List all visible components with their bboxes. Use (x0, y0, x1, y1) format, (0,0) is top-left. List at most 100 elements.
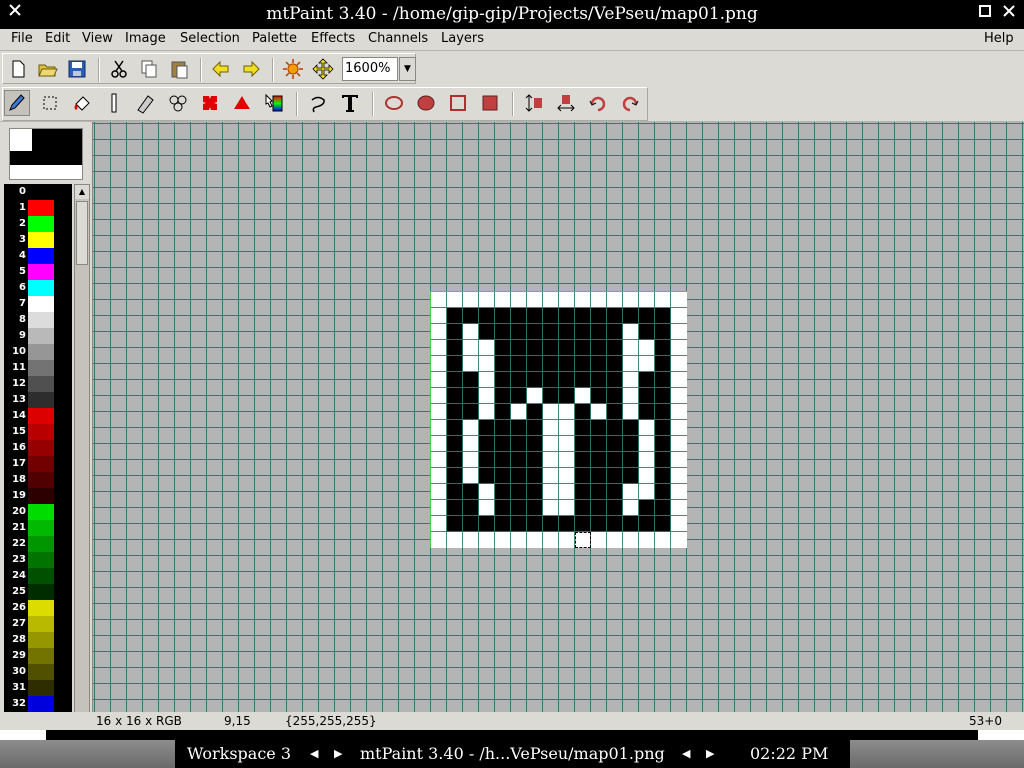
pencil-icon[interactable] (4, 90, 30, 116)
palette-entry[interactable]: 7 (4, 296, 72, 312)
pixel[interactable] (639, 516, 655, 532)
pixel[interactable] (671, 324, 687, 340)
palette-entry[interactable]: 11 (4, 360, 72, 376)
palette-swatch[interactable] (28, 616, 54, 632)
pixel[interactable] (495, 532, 511, 548)
pixel[interactable] (527, 404, 543, 420)
palette-entry[interactable]: 29 (4, 648, 72, 664)
pixel[interactable] (527, 356, 543, 372)
pixel[interactable] (479, 324, 495, 340)
task-button[interactable]: mtPaint 3.40 - /h...VePseu/map01.png (360, 744, 665, 763)
pixel[interactable] (639, 308, 655, 324)
pixel[interactable] (559, 372, 575, 388)
pixel[interactable] (575, 468, 591, 484)
pixel[interactable] (447, 484, 463, 500)
pixel[interactable] (463, 404, 479, 420)
pixel[interactable] (559, 468, 575, 484)
polygon-icon[interactable] (229, 90, 255, 116)
palette-entry[interactable]: 15 (4, 424, 72, 440)
pixel[interactable] (575, 516, 591, 532)
pixel[interactable] (447, 388, 463, 404)
pixel[interactable] (511, 404, 527, 420)
palette-entry[interactable]: 13 (4, 392, 72, 408)
pixel[interactable] (527, 532, 543, 548)
pixel[interactable] (431, 452, 447, 468)
palette-swatch[interactable] (28, 344, 54, 360)
menu-file[interactable]: File (11, 31, 33, 46)
pixel[interactable] (543, 308, 559, 324)
pixel[interactable] (575, 372, 591, 388)
pixel[interactable] (671, 404, 687, 420)
menu-channels[interactable]: Channels (368, 31, 428, 46)
pixel[interactable] (575, 356, 591, 372)
palette-swatch[interactable] (28, 536, 54, 552)
pixel[interactable] (591, 292, 607, 308)
palette-entry[interactable]: 26 (4, 600, 72, 616)
ellipse-fill-icon[interactable] (413, 90, 439, 116)
pixel[interactable] (527, 324, 543, 340)
pixel[interactable] (463, 516, 479, 532)
pixel[interactable] (655, 388, 671, 404)
pixel[interactable] (655, 292, 671, 308)
pixel[interactable] (655, 516, 671, 532)
pixel[interactable] (655, 484, 671, 500)
pixel[interactable] (543, 468, 559, 484)
pixel[interactable] (463, 308, 479, 324)
pixel[interactable] (511, 324, 527, 340)
pixel[interactable] (655, 468, 671, 484)
pixel[interactable] (463, 468, 479, 484)
pixel[interactable] (559, 452, 575, 468)
pixel[interactable] (431, 372, 447, 388)
pixel[interactable] (527, 420, 543, 436)
palette-swatch[interactable] (28, 648, 54, 664)
pixel[interactable] (495, 308, 511, 324)
pan-icon[interactable] (310, 56, 336, 82)
pixel[interactable] (511, 292, 527, 308)
pixel[interactable] (511, 340, 527, 356)
gradient-icon[interactable] (261, 90, 287, 116)
pixel[interactable] (623, 308, 639, 324)
palette-entry[interactable]: 2 (4, 216, 72, 232)
pixel[interactable] (671, 372, 687, 388)
open-icon[interactable] (34, 56, 60, 82)
pixel[interactable] (591, 484, 607, 500)
palette-entry[interactable]: 5 (4, 264, 72, 280)
chevron-left-icon[interactable]: ◀ (310, 747, 318, 760)
pixel[interactable] (447, 516, 463, 532)
palette-swatch[interactable] (28, 328, 54, 344)
pixel[interactable] (479, 468, 495, 484)
pixel[interactable] (639, 292, 655, 308)
workspace-label[interactable]: Workspace 3 (187, 744, 291, 763)
palette-entry[interactable]: 1 (4, 200, 72, 216)
palette-entry[interactable]: 0 (4, 184, 72, 200)
pixel[interactable] (447, 468, 463, 484)
flip-h-icon[interactable] (553, 90, 579, 116)
pixel[interactable] (463, 388, 479, 404)
pixel[interactable] (463, 324, 479, 340)
ellipse-outline-icon[interactable] (381, 90, 407, 116)
pixel[interactable] (575, 420, 591, 436)
pixel[interactable] (575, 292, 591, 308)
pixel[interactable] (527, 516, 543, 532)
text-icon[interactable] (337, 90, 363, 116)
menu-edit[interactable]: Edit (45, 31, 70, 46)
pixel[interactable] (655, 500, 671, 516)
pixel[interactable] (527, 500, 543, 516)
palette-swatch[interactable] (28, 552, 54, 568)
pixel[interactable] (511, 436, 527, 452)
palette-entry[interactable]: 23 (4, 552, 72, 568)
canvas-area[interactable] (92, 122, 1024, 712)
palette-swatch[interactable] (28, 600, 54, 616)
pixel[interactable] (479, 308, 495, 324)
palette-entry[interactable]: 8 (4, 312, 72, 328)
pixel[interactable] (463, 436, 479, 452)
pixel[interactable] (495, 516, 511, 532)
palette-entry[interactable]: 6 (4, 280, 72, 296)
palette-swatch[interactable] (28, 440, 54, 456)
pixel[interactable] (655, 532, 671, 548)
pixel[interactable] (623, 324, 639, 340)
undo-icon[interactable] (208, 56, 234, 82)
pixel[interactable] (543, 452, 559, 468)
pixel[interactable] (623, 500, 639, 516)
pixel[interactable] (671, 516, 687, 532)
